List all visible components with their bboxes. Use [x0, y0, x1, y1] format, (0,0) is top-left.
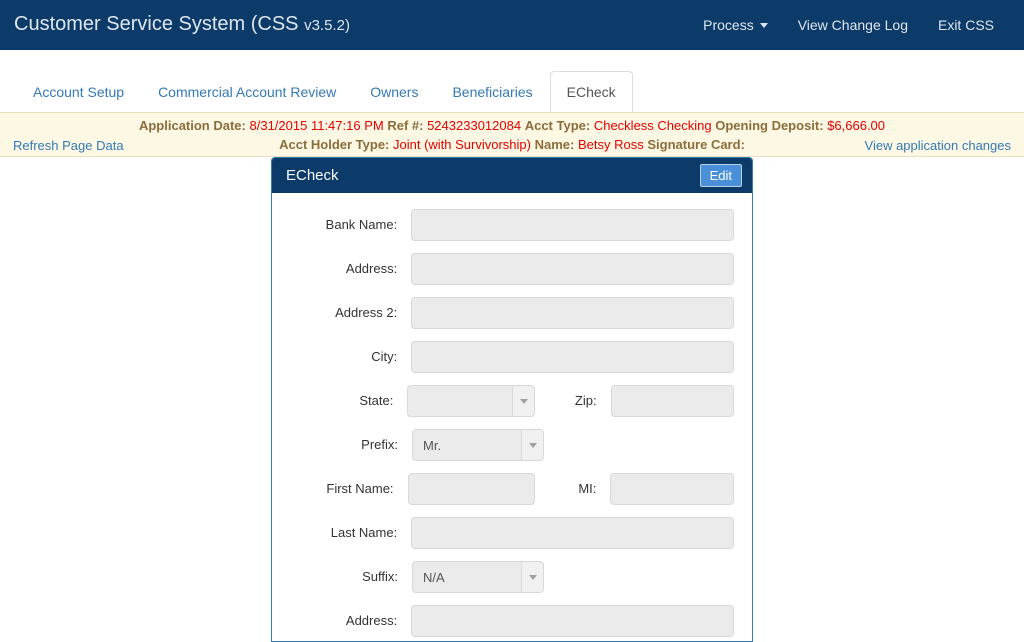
- city-label: City:: [371, 349, 398, 364]
- application-info-banner: Application Date: 8/31/2015 11:47:16 PM …: [0, 112, 1024, 157]
- chevron-down-icon: [528, 574, 537, 580]
- form-row-first-name-mi: First Name: MI:: [290, 473, 734, 505]
- chevron-down-icon: [759, 22, 768, 28]
- echeck-panel-heading: ECheck Edit: [272, 158, 752, 193]
- mi-input[interactable]: [610, 473, 734, 505]
- banner-ref-value: 5243233012084: [427, 118, 522, 133]
- banner-acct-type-label: Acct Type: [524, 118, 586, 133]
- prefix-label: Prefix:: [361, 437, 398, 452]
- secondary-address-input[interactable]: [411, 605, 734, 637]
- banner-signature-card-label: Signature Card: [647, 137, 741, 152]
- suffix-select-arrow-box[interactable]: [521, 562, 543, 592]
- state-label: State:: [359, 393, 394, 408]
- banner-opening-deposit-label: Opening Deposit: [715, 118, 820, 133]
- echeck-panel-body: Bank Name: Address: Address 2: City: Sta…: [272, 193, 752, 641]
- suffix-label: Suffix:: [362, 569, 398, 584]
- prefix-select-arrow-box[interactable]: [521, 430, 543, 460]
- secondary-address-label: Address:: [345, 613, 398, 628]
- form-row-state-zip: State: Zip:: [290, 385, 734, 417]
- nav-exit-css[interactable]: Exit CSS: [923, 17, 1009, 33]
- tab-account-setup[interactable]: Account Setup: [16, 71, 141, 113]
- nav-process-menu[interactable]: Process: [688, 17, 783, 33]
- chevron-down-icon: [528, 442, 537, 448]
- zip-input[interactable]: [610, 385, 734, 417]
- chevron-down-icon: [519, 398, 528, 404]
- banner-acct-holder-type-label: Acct Holder Type: [279, 137, 386, 152]
- last-name-input[interactable]: [411, 517, 734, 549]
- form-row-last-name: Last Name:: [290, 517, 734, 549]
- banner-name-value: Betsy Ross: [578, 137, 644, 152]
- state-select-arrow-box[interactable]: [512, 386, 535, 416]
- navbar-links: Process View Change Log Exit CSS: [688, 17, 1009, 33]
- brand-name: Customer Service System (CSS: [14, 13, 305, 35]
- city-input[interactable]: [411, 341, 734, 373]
- form-row-bank-name: Bank Name:: [290, 209, 734, 241]
- form-row-city: City:: [290, 341, 734, 373]
- mi-label: MI:: [578, 481, 597, 496]
- app-brand-title: Customer Service System (CSS v3.5.2): [14, 14, 350, 36]
- banner-ref-label: Ref #: [387, 118, 420, 133]
- form-row-suffix: Suffix: N/A: [290, 561, 734, 593]
- top-navbar: Customer Service System (CSS v3.5.2) Pro…: [0, 0, 1024, 50]
- tab-owners[interactable]: Owners: [353, 71, 435, 113]
- banner-application-date-value: 8/31/2015 11:47:16 PM: [249, 118, 384, 133]
- edit-button[interactable]: Edit: [699, 164, 742, 187]
- echeck-panel: ECheck Edit Bank Name: Address: Address …: [271, 157, 753, 642]
- nav-view-change-log[interactable]: View Change Log: [783, 17, 923, 33]
- address-2-label: Address 2:: [335, 305, 398, 320]
- form-row-secondary-address: Address:: [290, 605, 734, 637]
- tab-bar: Account Setup Commercial Account Review …: [0, 50, 1024, 113]
- state-select[interactable]: [407, 385, 536, 417]
- form-row-prefix: Prefix: Mr.: [290, 429, 734, 461]
- banner-row-2: Acct Holder Type: Joint (with Survivorsh…: [279, 137, 745, 152]
- banner-row-1: Application Date: 8/31/2015 11:47:16 PM …: [138, 118, 886, 133]
- tab-echeck[interactable]: ECheck: [549, 71, 633, 113]
- brand-version: v3.5.2): [304, 17, 350, 34]
- banner-name-label: Name: [534, 137, 571, 152]
- refresh-page-data-link[interactable]: Refresh Page Data: [13, 136, 124, 155]
- first-name-label: First Name:: [326, 481, 394, 496]
- banner-opening-deposit-value: $6,666.00: [827, 118, 886, 133]
- view-application-changes-link[interactable]: View application changes: [865, 136, 1011, 155]
- banner-acct-type-value: Checkless Checking: [593, 118, 712, 133]
- banner-acct-holder-type-value: Joint (with Survivorship): [393, 137, 531, 152]
- suffix-select-value: N/A: [423, 569, 445, 585]
- address-input[interactable]: [411, 253, 734, 285]
- address-2-input[interactable]: [411, 297, 734, 329]
- first-name-input[interactable]: [407, 473, 536, 505]
- form-row-address: Address:: [290, 253, 734, 285]
- nav-exit-css-label: Exit CSS: [937, 17, 994, 33]
- tab-commercial-account-review[interactable]: Commercial Account Review: [141, 71, 353, 113]
- echeck-panel-title: ECheck: [286, 167, 339, 184]
- nav-process-label: Process: [703, 17, 754, 33]
- last-name-label: Last Name:: [330, 525, 398, 540]
- nav-view-change-log-label: View Change Log: [797, 17, 908, 33]
- prefix-select-value: Mr.: [423, 437, 442, 453]
- banner-application-date-label: Application Date: [138, 118, 242, 133]
- suffix-select[interactable]: N/A: [412, 561, 544, 593]
- prefix-select[interactable]: Mr.: [412, 429, 544, 461]
- zip-label: Zip:: [574, 393, 597, 408]
- bank-name-label: Bank Name:: [325, 217, 398, 232]
- bank-name-input[interactable]: [411, 209, 734, 241]
- form-row-address-2: Address 2:: [290, 297, 734, 329]
- address-label: Address:: [345, 261, 398, 276]
- tab-beneficiaries[interactable]: Beneficiaries: [435, 71, 549, 113]
